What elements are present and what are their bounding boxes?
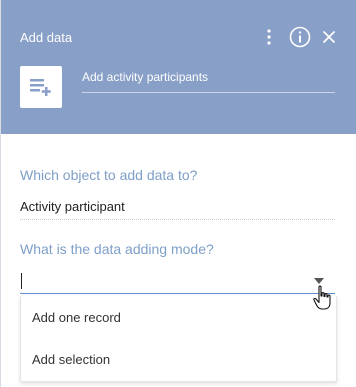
- element-caption-text: Add activity participants: [82, 70, 209, 84]
- panel-header: Add data Add activity participants: [1, 0, 356, 134]
- dropdown-arrow-icon[interactable]: [314, 278, 324, 284]
- element-caption-field[interactable]: Add activity participants: [82, 70, 335, 93]
- mode-field-label: What is the data adding mode?: [20, 241, 214, 257]
- add-data-icon[interactable]: [20, 66, 62, 108]
- close-icon[interactable]: [320, 27, 338, 47]
- object-field-value[interactable]: Activity participant: [20, 199, 335, 220]
- dropdown-option-add-one-record[interactable]: Add one record: [32, 310, 121, 325]
- dropdown-option-add-selection[interactable]: Add selection: [32, 352, 110, 367]
- hand-cursor-icon: [313, 285, 331, 310]
- object-field-text: Activity participant: [20, 199, 125, 214]
- mode-select-input[interactable]: [20, 270, 335, 294]
- object-field-label: Which object to add data to?: [20, 167, 198, 183]
- add-data-panel: Add data Add activity participants Which…: [0, 0, 356, 387]
- info-icon[interactable]: [289, 26, 311, 48]
- text-caret: [21, 273, 22, 289]
- more-vertical-icon[interactable]: [260, 27, 278, 47]
- mode-dropdown-list: Add one record Add selection: [20, 296, 337, 382]
- panel-title: Add data: [20, 30, 73, 45]
